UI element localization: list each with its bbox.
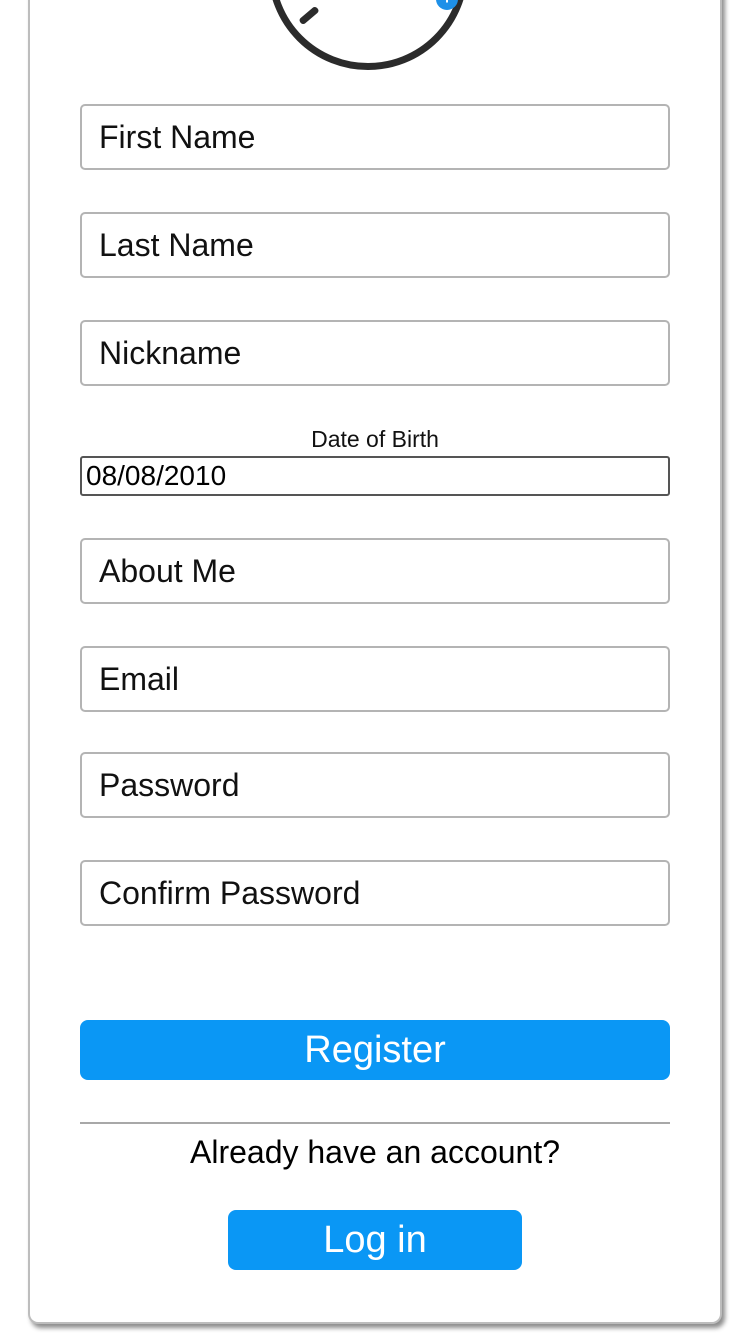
date-of-birth-label: Date of Birth bbox=[311, 426, 439, 452]
avatar-circle bbox=[268, 0, 468, 70]
already-have-account-text: Already have an account? bbox=[189, 1134, 561, 1170]
profile-avatar[interactable]: + bbox=[268, 0, 468, 70]
password-input[interactable] bbox=[80, 752, 670, 818]
about-me-input[interactable] bbox=[80, 538, 670, 604]
login-button[interactable]: Log in bbox=[228, 1210, 522, 1270]
register-button[interactable]: Register bbox=[80, 1020, 670, 1080]
confirm-password-input[interactable] bbox=[80, 860, 670, 926]
first-name-input[interactable] bbox=[80, 104, 670, 170]
date-of-birth-input[interactable] bbox=[80, 456, 670, 496]
email-input[interactable] bbox=[80, 646, 670, 712]
nickname-input[interactable] bbox=[80, 320, 670, 386]
last-name-input[interactable] bbox=[80, 212, 670, 278]
divider bbox=[80, 1122, 670, 1124]
